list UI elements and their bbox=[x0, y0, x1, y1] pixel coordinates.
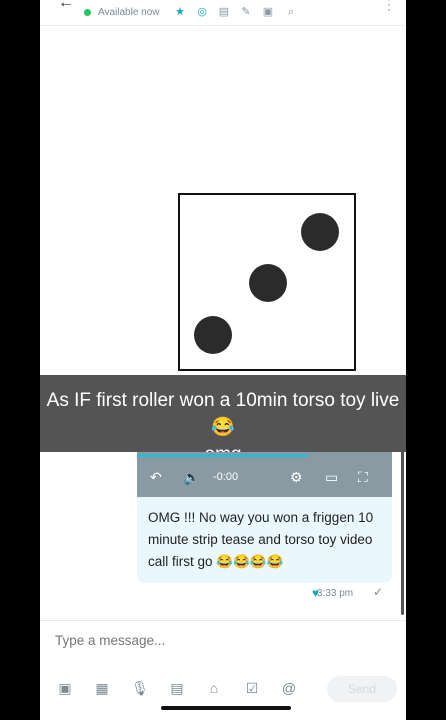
video-time: -0:00 bbox=[213, 471, 239, 483]
sent-check-icon: ✓ bbox=[373, 585, 384, 599]
media-icon[interactable]: ▤ bbox=[167, 678, 187, 698]
bell-icon[interactable]: ◎ bbox=[196, 6, 208, 18]
more-options-icon[interactable]: ⋮ bbox=[382, 0, 396, 13]
availability-status: Available now bbox=[98, 7, 160, 18]
dice-pip bbox=[301, 213, 339, 251]
online-status-icon bbox=[84, 9, 91, 16]
pin-icon[interactable]: ✎ bbox=[240, 6, 252, 18]
search-icon[interactable]: ⌕ bbox=[285, 6, 297, 18]
picture-in-picture-icon[interactable]: ▭ bbox=[325, 469, 338, 486]
message-time: 3:33 pm bbox=[317, 588, 354, 599]
replay-icon[interactable]: ↶ bbox=[150, 469, 162, 486]
star-icon[interactable]: ★ bbox=[174, 6, 186, 18]
image-icon[interactable]: ▣ bbox=[262, 6, 274, 18]
mention-icon[interactable]: @ bbox=[279, 678, 299, 698]
gif-icon[interactable]: ▦ bbox=[92, 678, 112, 698]
message-input[interactable] bbox=[55, 633, 315, 648]
tag-icon[interactable]: ⌂ bbox=[204, 678, 224, 698]
calendar-icon[interactable]: ☑ bbox=[242, 678, 262, 698]
chat-scrollbar[interactable] bbox=[401, 410, 404, 615]
video-caption: As IF first roller won a 10min torso toy… bbox=[40, 375, 406, 465]
home-indicator bbox=[161, 706, 291, 710]
chat-header: ← Available now ★ ◎ ▤ ✎ ▣ ⌕ ⋮ bbox=[40, 0, 406, 26]
back-arrow-icon[interactable]: ← bbox=[58, 0, 74, 12]
send-button[interactable]: Send bbox=[327, 676, 397, 702]
dice-pip bbox=[194, 316, 232, 354]
video-player[interactable]: ↶ 🔈 -0:00 ⚙ ▭ ⛶ bbox=[137, 452, 392, 497]
settings-gear-icon[interactable]: ⚙ bbox=[290, 469, 303, 486]
composer-divider bbox=[40, 620, 406, 621]
note-icon[interactable]: ▤ bbox=[218, 6, 230, 18]
dice-pip bbox=[249, 264, 287, 302]
mic-icon[interactable]: 🎙 bbox=[130, 678, 150, 698]
dice-image bbox=[178, 193, 356, 371]
volume-icon[interactable]: 🔈 bbox=[183, 469, 200, 486]
fullscreen-icon[interactable]: ⛶ bbox=[358, 469, 368, 486]
message-bubble: OMG !!! No way you won a friggen 10 minu… bbox=[137, 497, 392, 583]
caption-line-1: As IF first roller won a 10min torso toy… bbox=[46, 390, 400, 438]
chat-screen: ← Available now ★ ◎ ▤ ✎ ▣ ⌕ ⋮ As IF firs… bbox=[40, 0, 406, 720]
image-icon[interactable]: ▣ bbox=[55, 678, 75, 698]
video-progress-bar[interactable] bbox=[137, 454, 308, 457]
